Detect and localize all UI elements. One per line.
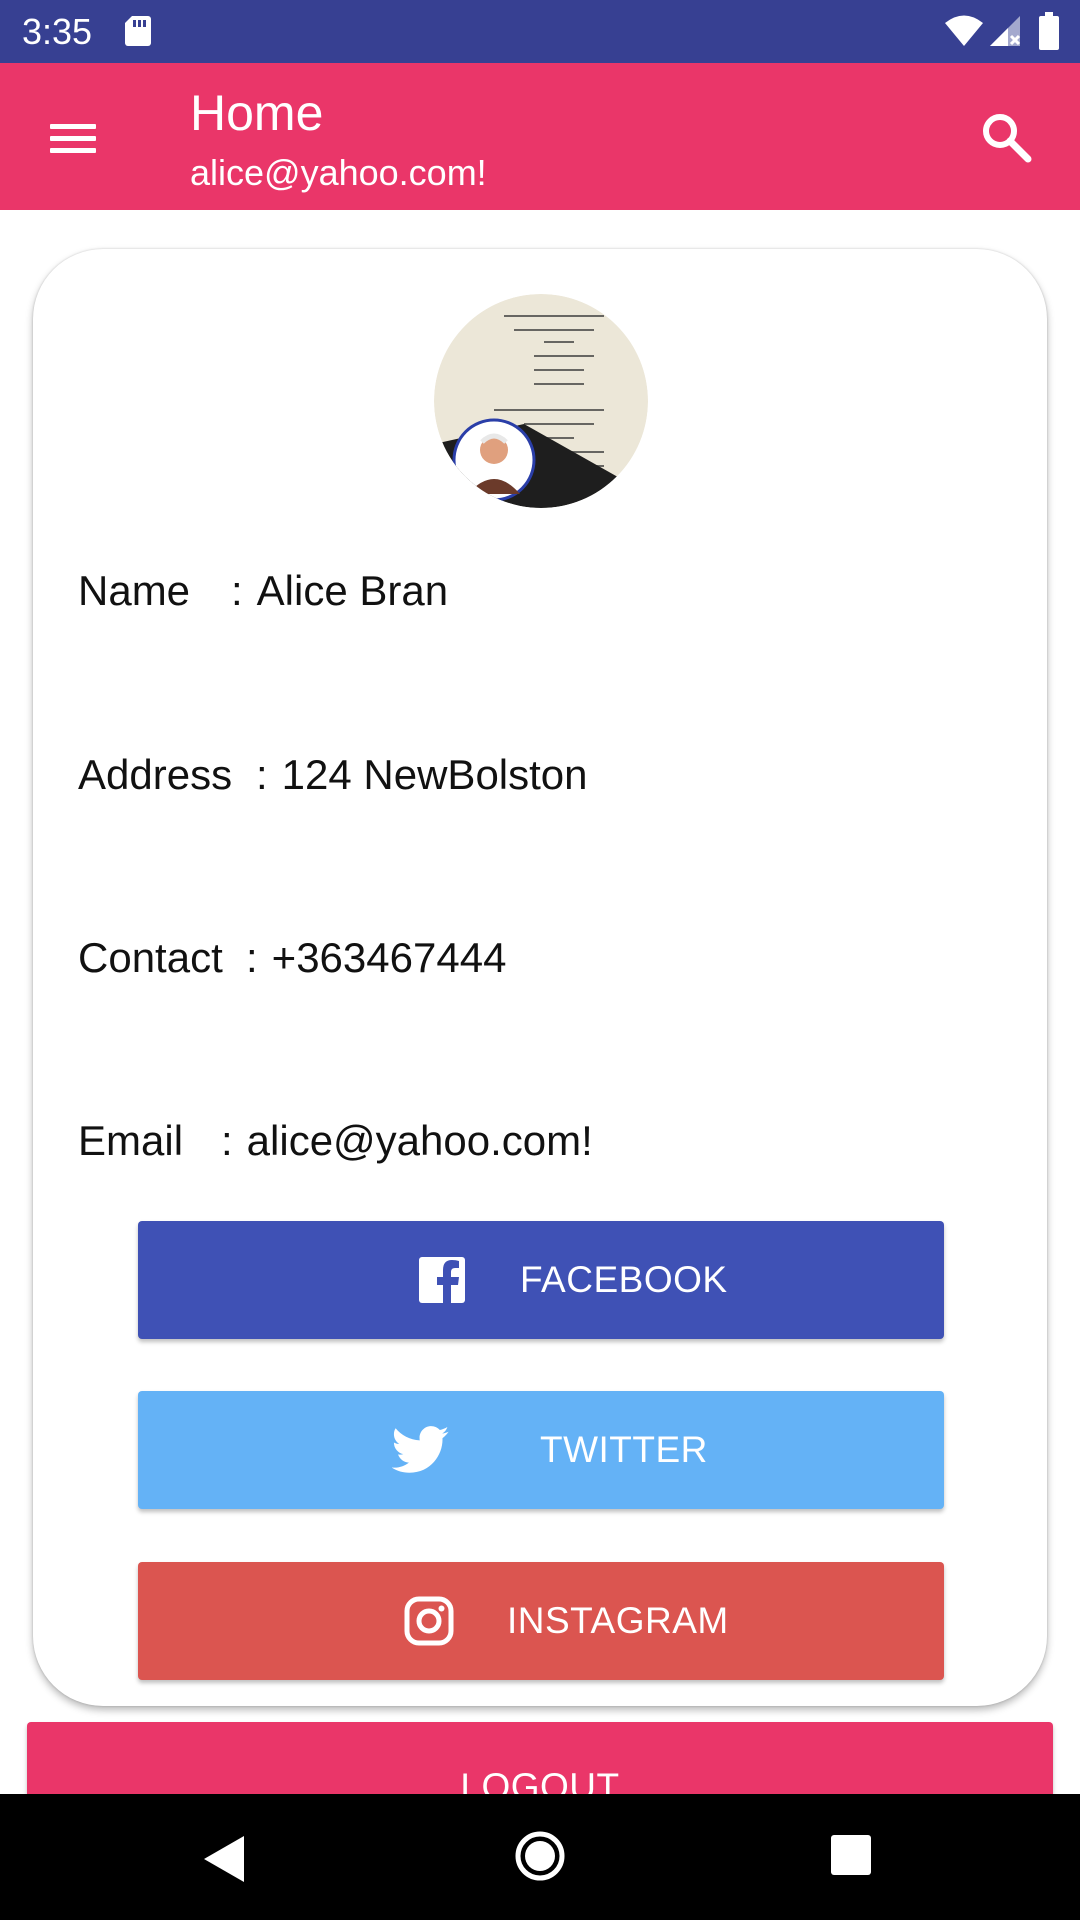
facebook-button[interactable]: FACEBOOK — [138, 1221, 944, 1339]
contact-row: Contact: +363467444 — [78, 932, 506, 984]
profile-avatar — [434, 294, 648, 508]
twitter-button[interactable]: TWITTER — [138, 1391, 944, 1509]
contact-separator: : — [246, 934, 258, 981]
facebook-label: FACEBOOK — [520, 1259, 728, 1300]
address-value: 124 NewBolston — [281, 751, 588, 798]
status-bar: 3:35 — [0, 0, 1080, 63]
facebook-icon — [419, 1257, 465, 1305]
contact-label: Contact — [78, 934, 223, 981]
name-label: Name — [78, 567, 191, 614]
instagram-icon — [404, 1596, 454, 1646]
sd-card-icon — [125, 16, 151, 46]
search-icon[interactable] — [978, 109, 1034, 165]
address-separator: : — [256, 751, 268, 798]
navigation-bar — [0, 1794, 1080, 1920]
contact-value: +363467444 — [271, 934, 507, 981]
recent-apps-icon[interactable] — [830, 1834, 872, 1876]
twitter-icon — [392, 1426, 450, 1473]
address-label: Address — [78, 751, 233, 798]
menu-icon[interactable] — [44, 115, 104, 159]
back-icon[interactable] — [200, 1834, 248, 1884]
address-row: Address:124 NewBolston — [78, 749, 588, 801]
instagram-button[interactable]: INSTAGRAM — [138, 1562, 944, 1680]
email-separator: : — [221, 1117, 233, 1164]
page-title: Home — [190, 85, 324, 141]
instagram-label: INSTAGRAM — [507, 1600, 729, 1641]
wifi-icon — [945, 15, 983, 46]
status-time: 3:35 — [22, 11, 93, 52]
name-separator: : — [231, 567, 243, 614]
profile-card: Name: Alice Bran Address:124 NewBolston C… — [33, 249, 1047, 1706]
email-row: Email: alice@yahoo.com! — [78, 1115, 593, 1167]
app-bar: Home alice@yahoo.com! — [0, 63, 1080, 210]
battery-icon — [1039, 12, 1059, 50]
twitter-label: TWITTER — [540, 1429, 708, 1470]
home-icon[interactable] — [514, 1830, 566, 1882]
page-subtitle: alice@yahoo.com! — [190, 152, 487, 193]
email-value: alice@yahoo.com! — [246, 1117, 593, 1164]
name-value: Alice Bran — [256, 567, 449, 614]
name-row: Name: Alice Bran — [78, 565, 448, 617]
email-label: Email — [78, 1117, 184, 1164]
signal-icon — [990, 16, 1021, 46]
